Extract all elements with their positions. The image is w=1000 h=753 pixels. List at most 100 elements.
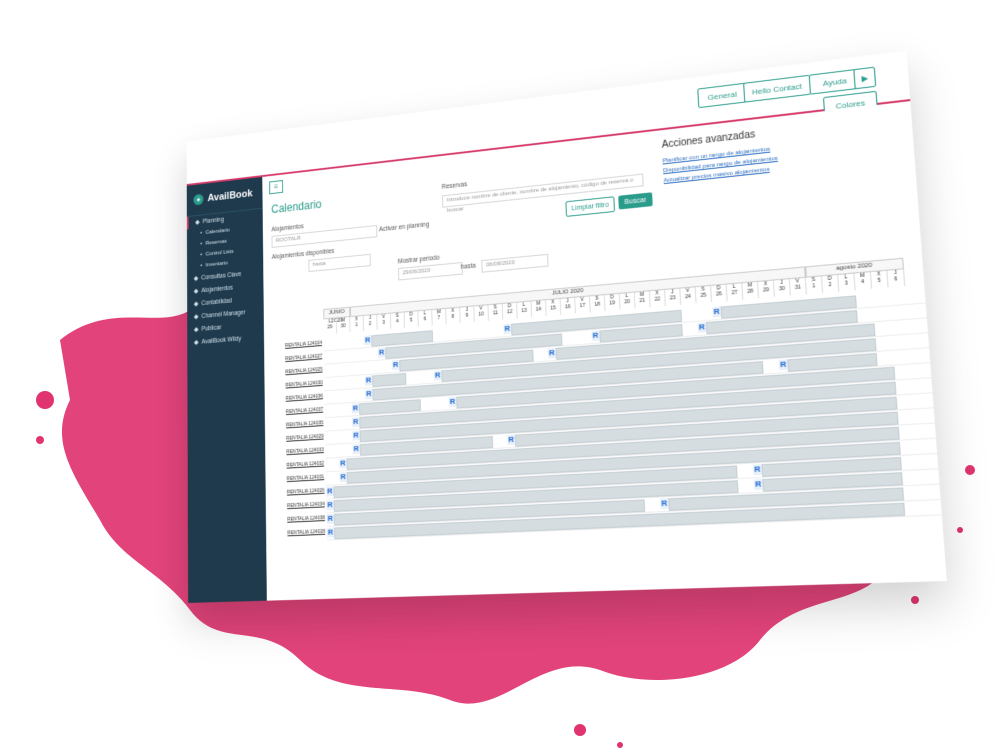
day-header: J6 — [887, 269, 906, 288]
booking-marker-icon[interactable]: R — [448, 396, 457, 408]
booking-marker-icon[interactable]: R — [339, 458, 347, 469]
day-header: M 28 — [742, 281, 760, 300]
accommodation-row-label[interactable]: RENTALIA 124035 — [267, 420, 323, 429]
accommodation-row-label[interactable]: RENTALIA 124025 — [266, 367, 322, 377]
booking-marker-icon[interactable]: R — [352, 416, 360, 428]
booking-marker-icon[interactable]: R — [326, 486, 334, 497]
sidebar-item-label: Calendario — [205, 227, 230, 236]
booking-marker-icon[interactable]: R — [778, 359, 789, 371]
day-number: 15 — [550, 305, 556, 312]
booking-marker-icon[interactable]: R — [364, 375, 373, 386]
sidebar-item-label: Planning — [202, 216, 224, 225]
booking-marker-icon[interactable]: R — [326, 513, 335, 524]
day-header: J 16 — [560, 297, 576, 315]
accommodation-row-label[interactable]: RENTALIA 124031 — [267, 474, 325, 483]
date-to-field[interactable]: 06/08/2020 — [481, 253, 549, 273]
contact-button[interactable]: Hello Contact — [743, 74, 812, 103]
booking-marker-icon[interactable]: R — [697, 322, 707, 333]
day-header: X8 — [446, 307, 461, 325]
nav-icon: ◆ — [193, 326, 199, 334]
booking-marker-icon[interactable]: R — [547, 347, 557, 359]
day-header: D5 — [404, 311, 419, 328]
day-number: 29 — [762, 287, 770, 294]
day-header: J 23 — [665, 288, 682, 306]
accommodation-row-label[interactable]: RENTALIA 124038 — [268, 515, 325, 523]
day-number: 18 — [594, 301, 601, 308]
accommodation-row-label[interactable]: RENTALIA 124033 — [267, 447, 323, 456]
booking-marker-icon[interactable]: R — [352, 430, 360, 441]
booking-marker-icon[interactable]: R — [752, 464, 763, 476]
day-number: 25 — [700, 292, 707, 300]
sidebar-item-label: Control Lists — [205, 249, 234, 258]
logo-icon: ✦ — [193, 193, 204, 206]
booking-marker-icon[interactable]: R — [365, 388, 373, 400]
main-content: ≡ Calendario Alojamientos ROOTALR Activa… — [263, 101, 947, 601]
day-number: 21 — [639, 297, 646, 305]
day-header: L6 — [418, 309, 433, 327]
booking-marker-icon[interactable]: R — [326, 527, 335, 538]
day-number: 17 — [579, 302, 586, 310]
accommodation-row-label[interactable]: RENTALIA 124030 — [266, 380, 323, 390]
day-number: 10 — [478, 311, 484, 318]
day-number: 7 — [437, 315, 441, 322]
day-number: 27 — [731, 289, 738, 297]
accommodation-row-label[interactable]: RENTALIA 124026 — [267, 488, 325, 497]
day-header: D 19 — [604, 293, 621, 311]
general-button[interactable]: General — [697, 82, 748, 109]
sidebar-item-label: Contabilidad — [201, 297, 233, 307]
day-header: X5 — [870, 270, 889, 289]
planning-checkbox[interactable]: Activar en planning — [379, 221, 429, 233]
calendar-grid: JUNIO 2020 JULIO 2020 agosto 2020 L 29 M 30 X 1 J… — [265, 256, 946, 601]
day-number: 23 — [669, 295, 676, 302]
nav-icon: ▪ — [200, 241, 203, 248]
accommodation-row-label[interactable]: RENTALIA 124037 — [267, 407, 323, 417]
clear-filter-button[interactable]: Limpiar filtro — [565, 196, 615, 217]
day-header: S1 — [805, 276, 824, 295]
hasta-field[interactable]: hasta — [308, 253, 371, 273]
booking-marker-icon[interactable]: R — [660, 498, 669, 510]
booking-marker-icon[interactable]: R — [753, 479, 763, 491]
day-number: 20 — [624, 298, 631, 306]
booking-marker-icon[interactable]: R — [351, 403, 360, 414]
sidebar-item-label: AvailBook Wildy — [201, 335, 242, 346]
booking-marker-icon[interactable]: R — [377, 347, 386, 358]
sidebar-item-label: Consultas Clave — [201, 270, 242, 282]
accommodation-row-label[interactable]: RENTALIA 124034 — [268, 502, 325, 511]
date-from-field[interactable]: 29/06/2020 — [397, 261, 463, 281]
sidebar-item-label: Publicar — [201, 324, 222, 333]
accommodation-row-label[interactable]: RENTALIA 124029 — [267, 434, 323, 443]
menu-toggle-icon[interactable]: ≡ — [269, 179, 284, 195]
booking-marker-icon[interactable]: R — [503, 323, 512, 335]
day-header: X 22 — [649, 289, 666, 308]
play-button[interactable]: ▶ — [853, 66, 877, 90]
hasta-label: hasta — [460, 262, 476, 271]
day-number: 30 — [778, 285, 786, 293]
page-title: Calendario — [271, 197, 322, 216]
day-header: V3 — [377, 313, 392, 330]
booking-marker-icon[interactable]: R — [352, 444, 361, 455]
search-button[interactable]: Buscar — [618, 192, 653, 210]
booking-marker-icon[interactable]: R — [712, 306, 722, 318]
accommodation-row-label[interactable]: RENTALIA 124024 — [266, 340, 322, 350]
day-header: J 30 — [773, 279, 791, 297]
accommodation-row-label[interactable]: RENTALIA 124027 — [266, 354, 322, 364]
booking-marker-icon[interactable]: R — [391, 359, 400, 371]
booking-marker-icon[interactable]: R — [326, 500, 334, 511]
accommodation-row-label[interactable]: RENTALIA 124036 — [266, 393, 323, 403]
booking-marker-icon[interactable]: R — [507, 434, 516, 446]
day-number: 13 — [521, 307, 527, 315]
day-number: 3 — [844, 280, 849, 287]
day-number: 4 — [861, 278, 865, 286]
day-header: V 17 — [575, 296, 591, 314]
booking-marker-icon[interactable]: R — [591, 330, 600, 342]
accommodation-row-label[interactable]: RENTALIA 124032 — [267, 461, 324, 470]
booking-marker-icon[interactable]: R — [364, 335, 372, 346]
day-number: 1 — [812, 283, 816, 290]
booking-marker-icon[interactable]: R — [339, 472, 347, 483]
sidebar-item-label: Alojamientos — [201, 284, 233, 294]
nav-icon: ◆ — [193, 288, 199, 295]
day-number: 31 — [794, 284, 802, 292]
day-header: L 13 — [517, 301, 533, 319]
accommodation-row-label[interactable]: RENTALIA 124028 — [268, 529, 325, 537]
booking-marker-icon[interactable]: R — [433, 370, 442, 381]
